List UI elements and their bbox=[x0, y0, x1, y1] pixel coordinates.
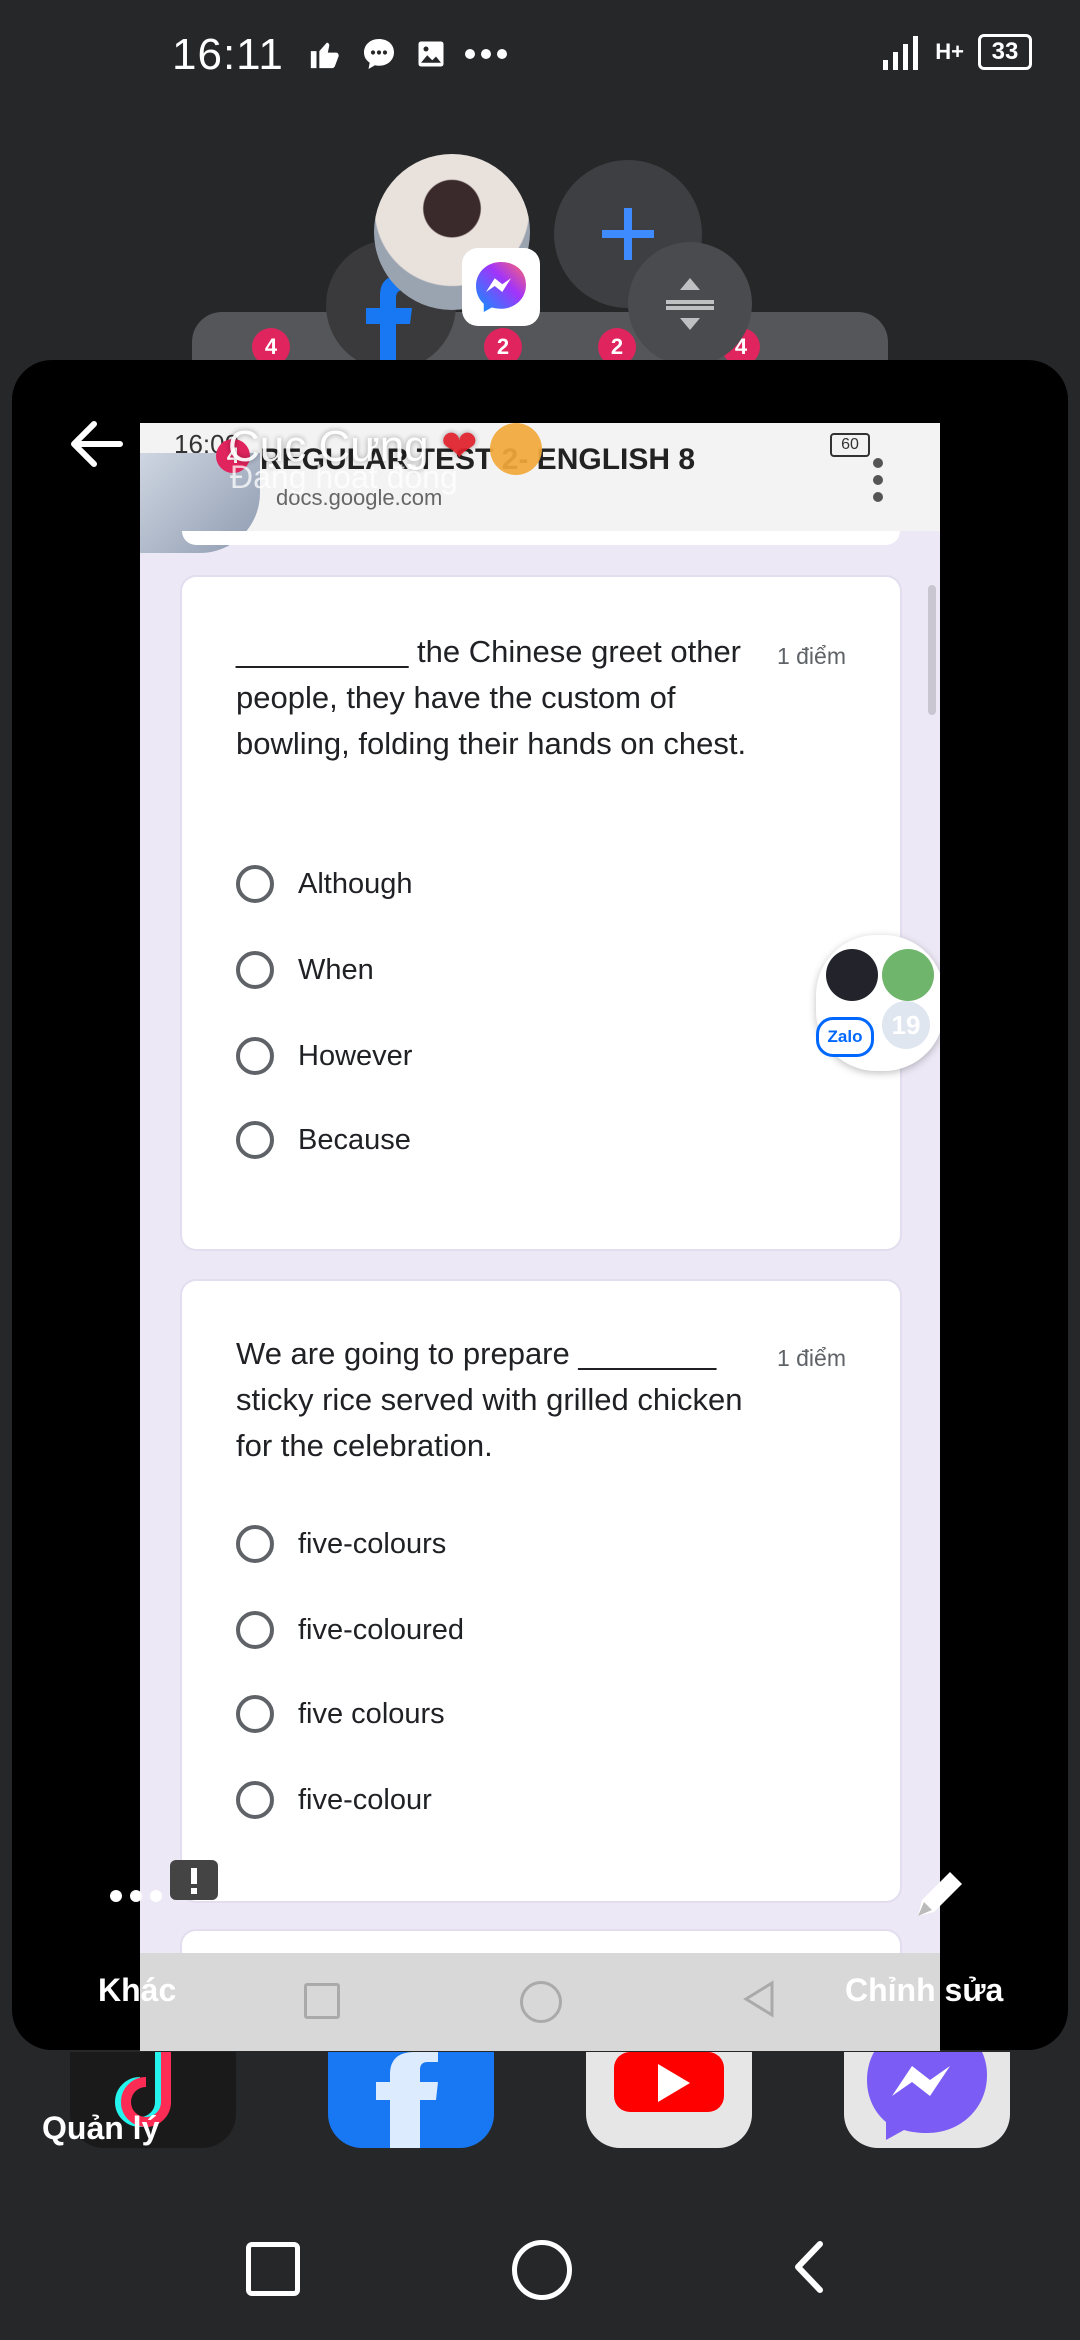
image-icon bbox=[418, 41, 444, 67]
home-icon bbox=[520, 1981, 562, 2023]
network-type: H+ bbox=[935, 39, 964, 64]
edit-button-label[interactable]: Chỉnh sửa bbox=[845, 1972, 1003, 2009]
scrollbar[interactable] bbox=[928, 585, 936, 715]
thumbs-up-icon bbox=[310, 42, 339, 69]
browser-app-bar: 16:00 60 4 REGULAR TEST 2- ENGLISH 8 doc… bbox=[140, 423, 940, 553]
more-options-dots-icon[interactable] bbox=[110, 1856, 230, 1906]
back-arrow-icon[interactable] bbox=[66, 414, 126, 474]
question-text: We are going to prepare ________ sticky … bbox=[236, 1336, 743, 1463]
previous-card-edge bbox=[182, 531, 900, 545]
zalo-chat-bubble[interactable]: 19 Zalo bbox=[816, 935, 940, 1071]
app-screenshot-preview[interactable]: 16:00 60 4 REGULAR TEST 2- ENGLISH 8 doc… bbox=[140, 423, 940, 2051]
inner-navigation-bar bbox=[140, 1953, 940, 2051]
radio-button[interactable] bbox=[236, 1525, 274, 1563]
radio-button[interactable] bbox=[236, 865, 274, 903]
more-options-icon[interactable] bbox=[872, 457, 884, 503]
system-navigation-bar bbox=[0, 2210, 1080, 2340]
option-five-colour[interactable]: five-colour bbox=[236, 1781, 432, 1819]
more-button-label[interactable]: Khác bbox=[98, 1972, 176, 2009]
radio-button[interactable] bbox=[236, 1037, 274, 1075]
facebook-app-icon[interactable] bbox=[328, 2052, 494, 2148]
option-because[interactable]: Because bbox=[236, 1121, 411, 1159]
facebook-icon bbox=[376, 2052, 438, 2148]
option-when[interactable]: When bbox=[236, 951, 374, 989]
youtube-icon bbox=[614, 2052, 724, 2112]
person-emoji-icon bbox=[490, 423, 542, 476]
radio-button[interactable] bbox=[236, 1121, 274, 1159]
option-although[interactable]: Although bbox=[236, 865, 413, 903]
battery-icon: 33 bbox=[978, 34, 1032, 70]
zalo-avatar bbox=[882, 949, 934, 1001]
signal-icon bbox=[883, 36, 919, 70]
zalo-count: 19 bbox=[882, 1001, 930, 1049]
option-five-coloured[interactable]: five-coloured bbox=[236, 1611, 464, 1649]
messenger-icon bbox=[462, 248, 540, 326]
question-card: __________ the Chinese greet other peopl… bbox=[182, 577, 900, 1249]
option-five-colours[interactable]: five-colours bbox=[236, 1525, 446, 1563]
zalo-logo: Zalo bbox=[816, 1017, 874, 1057]
option-five-colours-spaced[interactable]: five colours bbox=[236, 1695, 445, 1733]
back-icon bbox=[743, 1980, 774, 2018]
question-card: We are going to prepare ________ sticky … bbox=[182, 1281, 900, 1901]
radio-button[interactable] bbox=[236, 951, 274, 989]
question-text: __________ the Chinese greet other peopl… bbox=[236, 634, 747, 761]
resize-icon bbox=[666, 278, 714, 330]
back-button[interactable] bbox=[790, 2240, 830, 2294]
system-indicators: H+ 33 bbox=[881, 34, 1032, 70]
status-bar: 16:11 H+ 33 bbox=[0, 0, 1080, 110]
zalo-avatar bbox=[826, 949, 878, 1001]
question-points: 1 điểm bbox=[776, 643, 846, 669]
radio-button[interactable] bbox=[236, 1781, 274, 1819]
messenger-icon bbox=[867, 2022, 987, 2140]
youtube-app-icon[interactable] bbox=[586, 2052, 752, 2148]
more-dots-icon bbox=[465, 49, 507, 59]
status-time: 16:11 bbox=[172, 30, 284, 79]
radio-button[interactable] bbox=[236, 1695, 274, 1733]
pencil-icon[interactable] bbox=[910, 1864, 970, 1924]
messenger-app-icon[interactable] bbox=[844, 2022, 1010, 2148]
radio-button[interactable] bbox=[236, 1611, 274, 1649]
option-however[interactable]: However bbox=[236, 1037, 412, 1075]
inner-battery-icon: 60 bbox=[830, 433, 870, 457]
home-button[interactable] bbox=[512, 2240, 572, 2300]
split-screen-button[interactable] bbox=[628, 242, 752, 366]
recents-icon bbox=[304, 1983, 340, 2019]
manage-button-label[interactable]: Quản lý bbox=[42, 2110, 159, 2147]
chat-bubble-icon bbox=[364, 39, 394, 69]
chat-active-status: Đang hoạt động bbox=[230, 459, 458, 495]
recents-button[interactable] bbox=[246, 2242, 300, 2296]
notification-icons bbox=[308, 36, 508, 72]
question-points: 1 điểm bbox=[776, 1345, 846, 1371]
